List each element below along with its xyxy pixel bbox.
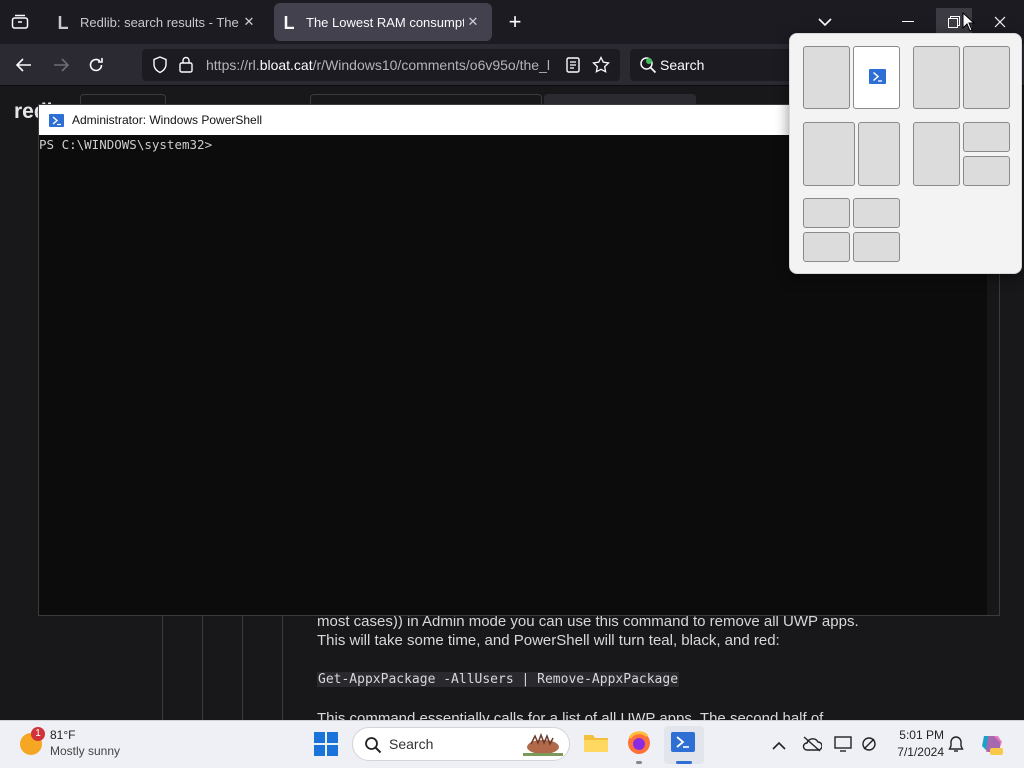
snap-zone-quad-bottom-right[interactable]	[853, 232, 900, 262]
comment-paragraph: most cases)) in Admin mode you can use t…	[317, 613, 859, 649]
powershell-icon	[869, 69, 886, 84]
reader-view-icon[interactable]	[566, 57, 580, 78]
snap-zone-wide-left[interactable]	[913, 46, 960, 109]
file-explorer-icon[interactable]	[583, 730, 611, 758]
reload-button[interactable]	[83, 52, 109, 78]
url-text[interactable]: https://rl.bloat.cat/r/Windows10/comment…	[206, 57, 556, 73]
url-prefix: https://rl.	[206, 57, 260, 73]
tracking-protection-shield-icon[interactable]	[152, 56, 168, 79]
snap-zone-quad-bottom-left[interactable]	[803, 232, 850, 262]
bookmark-star-icon[interactable]	[592, 56, 610, 78]
tab-list-icon[interactable]	[8, 10, 32, 34]
mouse-cursor-icon	[962, 11, 976, 32]
onedrive-offline-icon[interactable]	[802, 736, 823, 757]
powershell-prompt[interactable]: PS C:\WINDOWS\system32>	[39, 137, 212, 152]
snap-zone-thirds-left[interactable]	[803, 122, 855, 186]
minimize-button[interactable]	[890, 8, 926, 36]
comment-thread-line	[162, 614, 163, 720]
snap-zone-main-left[interactable]	[913, 122, 960, 186]
clock-time[interactable]: 5:01 PM	[896, 728, 944, 742]
weather-temperature: 81°F	[50, 728, 76, 742]
comment-thread-line	[282, 614, 283, 720]
url-path: /r/Windows10/comments/o6v95o/the_l	[312, 57, 550, 73]
snap-zone-thirds-right[interactable]	[858, 122, 900, 186]
address-bar[interactable]: https://rl.bloat.cat/r/Windows10/comment…	[142, 49, 620, 81]
code-snippet: Get-AppxPackage -AllUsers | Remove-AppxP…	[317, 672, 680, 687]
tab-lowest-ram[interactable]: The Lowest RAM consumption ✕	[274, 3, 492, 41]
tab-redlib-search[interactable]: Redlib: search results - The low ✕	[48, 3, 268, 41]
network-icon[interactable]	[860, 736, 878, 757]
search-highlight-dinosaur-icon	[519, 732, 565, 761]
copilot-icon[interactable]	[980, 732, 1004, 761]
powershell-icon	[49, 113, 64, 127]
search-icon	[364, 736, 382, 757]
powershell-taskbar-icon[interactable]	[670, 730, 698, 758]
back-button[interactable]	[11, 52, 37, 78]
snap-layouts-flyout	[789, 33, 1022, 274]
snap-zone-top-right[interactable]	[963, 122, 1010, 152]
close-tab-icon[interactable]: ✕	[464, 14, 482, 30]
firefox-running-indicator	[636, 761, 642, 764]
tab-title: Redlib: search results - The low	[80, 14, 240, 30]
comment-thread-line	[242, 614, 243, 720]
snap-zone-quad-top-left[interactable]	[803, 198, 850, 228]
show-hidden-icons-chevron-icon[interactable]	[772, 738, 786, 756]
taskbar-search-box[interactable]: Search	[352, 727, 570, 761]
comment-thread-line	[202, 614, 203, 720]
snap-zone-wide-right[interactable]	[963, 46, 1010, 109]
weather-description: Mostly sunny	[50, 744, 121, 758]
search-box[interactable]: Search	[630, 49, 800, 81]
close-tab-icon[interactable]: ✕	[240, 14, 258, 30]
firefox-icon[interactable]	[626, 730, 654, 758]
display-icon[interactable]	[834, 736, 852, 757]
redlib-favicon-icon	[284, 15, 296, 30]
clock-date[interactable]: 7/1/2024	[890, 745, 944, 759]
search-engine-icon	[639, 56, 657, 77]
tab-title: The Lowest RAM consumption	[306, 14, 464, 30]
search-placeholder: Search	[660, 57, 705, 73]
url-domain: bloat.cat	[259, 57, 313, 73]
redlib-favicon-icon	[58, 15, 70, 30]
weather-notification-badge: 1	[31, 727, 45, 741]
list-all-tabs-icon[interactable]	[812, 10, 838, 34]
snap-zone-halves-left[interactable]	[803, 46, 850, 109]
start-windows-icon[interactable]	[314, 732, 342, 760]
snap-zone-bottom-right[interactable]	[963, 156, 1010, 186]
lock-icon[interactable]	[179, 56, 193, 78]
powershell-active-indicator	[676, 761, 692, 764]
powershell-title: Administrator: Windows PowerShell	[72, 113, 263, 127]
comment-paragraph: This command essentially calls for a lis…	[317, 710, 824, 720]
taskbar-search-label: Search	[389, 736, 434, 752]
new-tab-button[interactable]: +	[504, 8, 526, 36]
snap-zone-quad-top-right[interactable]	[853, 198, 900, 228]
close-window-button[interactable]	[982, 8, 1018, 36]
forward-button[interactable]	[48, 52, 74, 78]
notification-bell-icon[interactable]	[948, 735, 964, 758]
snap-zone-halves-right[interactable]	[853, 46, 900, 109]
